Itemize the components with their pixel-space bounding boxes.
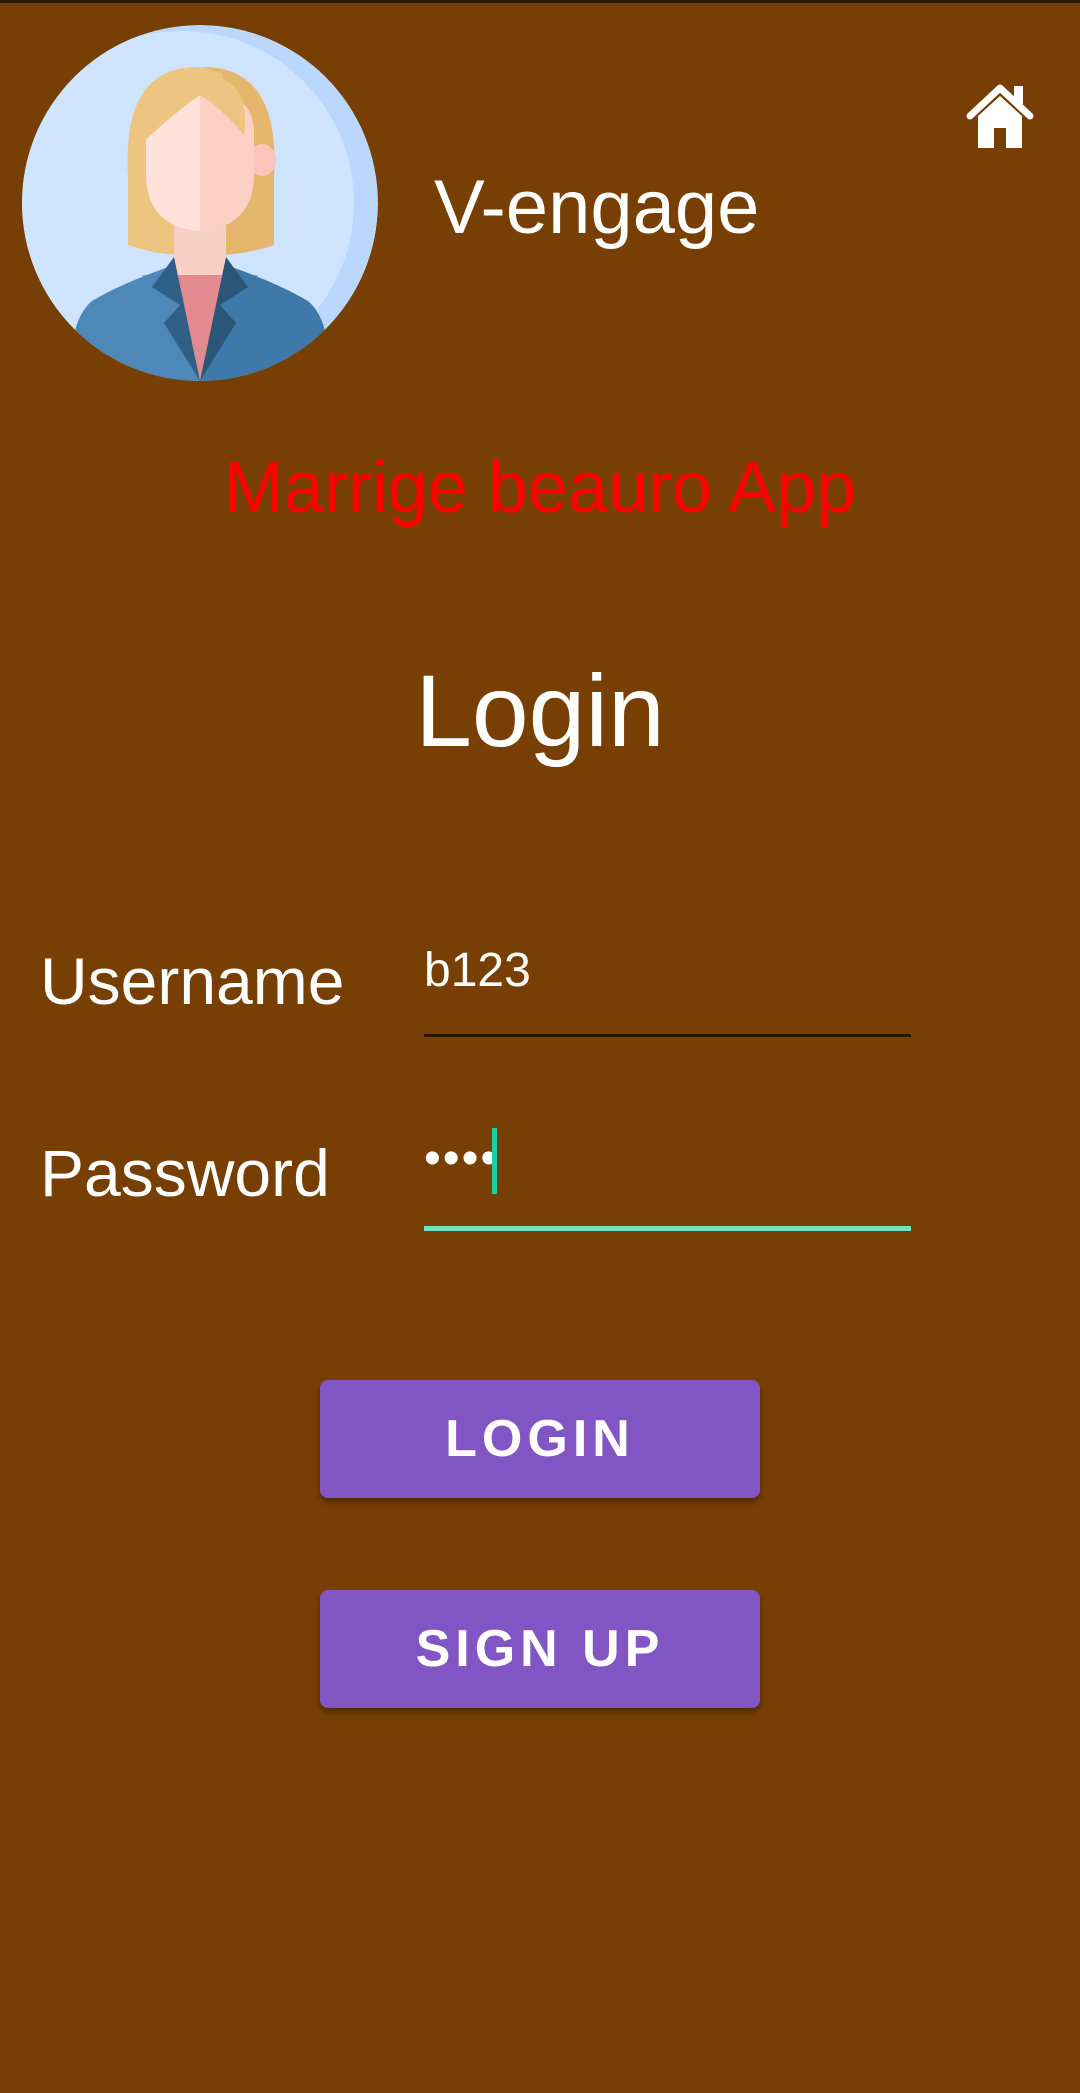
password-field-container xyxy=(424,1124,911,1231)
avatar xyxy=(22,25,378,381)
signup-button[interactable]: SIGN UP xyxy=(320,1590,760,1708)
status-divider xyxy=(0,0,1080,3)
password-input[interactable] xyxy=(424,1132,911,1184)
login-button[interactable]: LOGIN xyxy=(320,1380,760,1498)
text-cursor xyxy=(492,1128,497,1194)
businesswoman-avatar-icon xyxy=(22,25,378,381)
username-field-container xyxy=(424,944,911,1037)
page-title: Login xyxy=(415,654,665,768)
password-underline-focused xyxy=(424,1226,911,1231)
home-icon[interactable] xyxy=(962,80,1038,152)
username-label: Username xyxy=(40,944,345,1018)
app-subtitle: Marrige beauro App xyxy=(223,448,857,528)
username-underline xyxy=(424,1034,911,1037)
app-title: V-engage xyxy=(434,165,760,250)
password-label: Password xyxy=(40,1136,330,1210)
username-input[interactable] xyxy=(424,944,911,996)
